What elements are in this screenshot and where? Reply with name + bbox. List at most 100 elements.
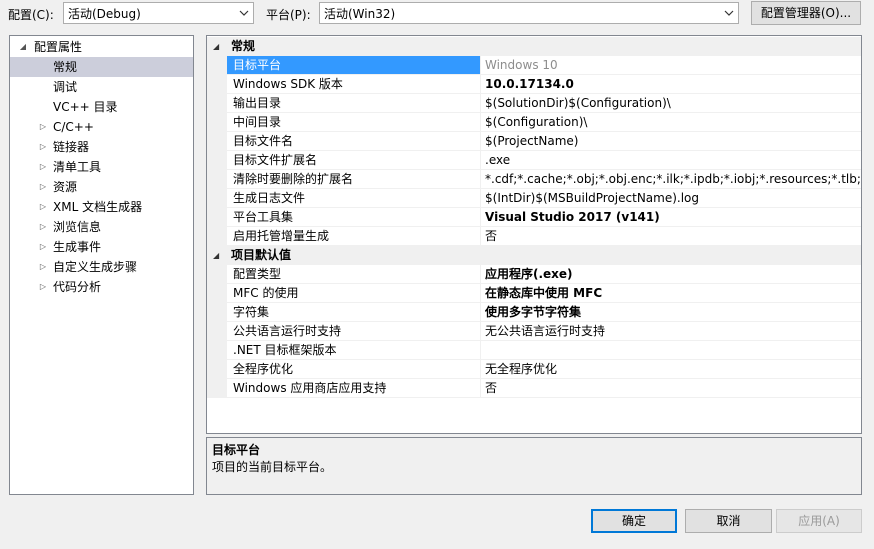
collapsed-arrow-icon[interactable]: ▷ bbox=[38, 197, 48, 217]
property-value[interactable]: $(SolutionDir)$(Configuration)\ bbox=[481, 94, 861, 113]
tree-item[interactable]: ▷ 生成事件 bbox=[10, 237, 193, 257]
property-value[interactable]: 否 bbox=[481, 379, 861, 398]
description-panel: 目标平台 项目的当前目标平台。 bbox=[206, 437, 862, 495]
property-row[interactable]: Windows 应用商店应用支持否 bbox=[207, 379, 861, 398]
collapsed-arrow-icon[interactable]: ▷ bbox=[38, 157, 48, 177]
tree-item[interactable]: ▷ 浏览信息 bbox=[10, 217, 193, 237]
tree-item[interactable]: ▷ 链接器 bbox=[10, 137, 193, 157]
property-name[interactable]: 目标平台 bbox=[227, 56, 481, 75]
property-row[interactable]: 清除时要删除的扩展名 *.cdf;*.cache;*.obj;*.obj.enc;… bbox=[207, 170, 861, 189]
tree-item[interactable]: 常规 bbox=[10, 57, 193, 77]
property-value[interactable]: 无公共语言运行时支持 bbox=[481, 322, 861, 341]
property-row[interactable]: 目标文件扩展名 .exe bbox=[207, 151, 861, 170]
apply-button[interactable]: 应用(A) bbox=[776, 509, 862, 533]
property-name[interactable]: 生成日志文件 bbox=[227, 189, 481, 208]
tree-item-label: XML 文档生成器 bbox=[53, 200, 143, 214]
ok-button[interactable]: 确定 bbox=[591, 509, 677, 533]
property-value[interactable]: $(IntDir)$(MSBuildProjectName).log bbox=[481, 189, 861, 208]
config-label: 配置(C): bbox=[8, 8, 54, 22]
tree-item-label: 资源 bbox=[53, 180, 78, 194]
property-row[interactable]: MFC 的使用 在静态库中使用 MFC bbox=[207, 284, 861, 303]
tree-item[interactable]: ▷ XML 文档生成器 bbox=[10, 197, 193, 217]
property-value[interactable]: 无全程序优化 bbox=[481, 360, 861, 379]
tree-item-label: 配置属性 bbox=[34, 40, 83, 54]
collapsed-arrow-icon[interactable]: ▷ bbox=[38, 217, 48, 237]
tree-item[interactable]: ▷ 资源 bbox=[10, 177, 193, 197]
property-row[interactable]: 字符集 使用多字节字符集 bbox=[207, 303, 861, 322]
row-gutter bbox=[207, 322, 227, 341]
row-gutter bbox=[207, 170, 227, 189]
tree-item[interactable]: VC++ 目录 bbox=[10, 97, 193, 117]
expanded-arrow-icon[interactable]: ◢ bbox=[213, 37, 219, 56]
category-header[interactable]: ◢ 常规 bbox=[207, 37, 861, 56]
property-row[interactable]: 生成日志文件 $(IntDir)$(MSBuildProjectName).log bbox=[207, 189, 861, 208]
property-row[interactable]: .NET 目标框架版本 bbox=[207, 341, 861, 360]
property-row[interactable]: 目标文件名 $(ProjectName) bbox=[207, 132, 861, 151]
tree-item-label: 代码分析 bbox=[53, 280, 102, 294]
tree-item[interactable]: 调试 bbox=[10, 77, 193, 97]
property-value[interactable]: .exe bbox=[481, 151, 861, 170]
property-name[interactable]: .NET 目标框架版本 bbox=[227, 341, 481, 360]
property-row[interactable]: 配置类型 应用程序(.exe) bbox=[207, 265, 861, 284]
property-value[interactable] bbox=[481, 341, 861, 360]
property-name[interactable]: MFC 的使用 bbox=[227, 284, 481, 303]
row-gutter bbox=[207, 284, 227, 303]
property-row[interactable]: 输出目录 $(SolutionDir)$(Configuration)\ bbox=[207, 94, 861, 113]
property-name[interactable]: Windows 应用商店应用支持 bbox=[227, 379, 481, 398]
collapsed-arrow-icon[interactable]: ▷ bbox=[38, 177, 48, 197]
property-value[interactable]: 否 bbox=[481, 227, 861, 246]
expanded-arrow-icon[interactable]: ◢ bbox=[18, 37, 28, 57]
row-gutter bbox=[207, 227, 227, 246]
property-tree: ◢ 配置属性 常规 调试 VC++ 目录 ▷ C/C++ ▷ 链接器 ▷ 清单工具 ▷ 资源 ▷ XML 文… bbox=[9, 35, 194, 495]
category-title: 常规 bbox=[231, 39, 256, 53]
property-value[interactable]: *.cdf;*.cache;*.obj;*.obj.enc;*.ilk;*.ip… bbox=[481, 170, 861, 189]
tree-item[interactable]: ▷ 清单工具 bbox=[10, 157, 193, 177]
property-value[interactable]: Visual Studio 2017 (v141) bbox=[481, 208, 861, 227]
property-name[interactable]: 清除时要删除的扩展名 bbox=[227, 170, 481, 189]
property-name[interactable]: 输出目录 bbox=[227, 94, 481, 113]
property-value[interactable]: 10.0.17134.0 bbox=[481, 75, 861, 94]
property-row[interactable]: Windows SDK 版本 10.0.17134.0 bbox=[207, 75, 861, 94]
property-value[interactable]: $(Configuration)\ bbox=[481, 113, 861, 132]
property-value[interactable]: 在静态库中使用 MFC bbox=[481, 284, 861, 303]
property-row[interactable]: 平台工具集 Visual Studio 2017 (v141) bbox=[207, 208, 861, 227]
collapsed-arrow-icon[interactable]: ▷ bbox=[38, 137, 48, 157]
property-row[interactable]: 目标平台 Windows 10 bbox=[207, 56, 861, 75]
property-value[interactable]: 应用程序(.exe) bbox=[481, 265, 861, 284]
collapsed-arrow-icon[interactable]: ▷ bbox=[38, 117, 48, 137]
tree-item[interactable]: ▷ 自定义生成步骤 bbox=[10, 257, 193, 277]
property-row[interactable]: 全程序优化 无全程序优化 bbox=[207, 360, 861, 379]
property-value[interactable]: Windows 10 bbox=[481, 56, 861, 75]
property-row[interactable]: 公共语言运行时支持 无公共语言运行时支持 bbox=[207, 322, 861, 341]
tree-item[interactable]: ▷ 代码分析 bbox=[10, 277, 193, 297]
config-manager-button[interactable]: 配置管理器(O)... bbox=[751, 1, 861, 25]
row-gutter bbox=[207, 265, 227, 284]
collapsed-arrow-icon[interactable]: ▷ bbox=[38, 257, 48, 277]
collapsed-arrow-icon[interactable]: ▷ bbox=[38, 277, 48, 297]
row-gutter bbox=[207, 360, 227, 379]
category-header[interactable]: ◢ 项目默认值 bbox=[207, 246, 861, 265]
property-name[interactable]: 目标文件扩展名 bbox=[227, 151, 481, 170]
property-name[interactable]: 公共语言运行时支持 bbox=[227, 322, 481, 341]
property-name[interactable]: 中间目录 bbox=[227, 113, 481, 132]
property-row[interactable]: 中间目录 $(Configuration)\ bbox=[207, 113, 861, 132]
property-name[interactable]: 全程序优化 bbox=[227, 360, 481, 379]
property-name[interactable]: Windows SDK 版本 bbox=[227, 75, 481, 94]
property-name[interactable]: 目标文件名 bbox=[227, 132, 481, 151]
cancel-button[interactable]: 取消 bbox=[685, 509, 772, 533]
property-name[interactable]: 平台工具集 bbox=[227, 208, 481, 227]
property-name[interactable]: 启用托管增量生成 bbox=[227, 227, 481, 246]
property-name[interactable]: 字符集 bbox=[227, 303, 481, 322]
collapsed-arrow-icon[interactable]: ▷ bbox=[38, 237, 48, 257]
description-title: 目标平台 bbox=[212, 443, 261, 457]
tree-item[interactable]: ▷ C/C++ bbox=[10, 117, 193, 137]
property-row[interactable]: 启用托管增量生成否 bbox=[207, 227, 861, 246]
property-name[interactable]: 配置类型 bbox=[227, 265, 481, 284]
platform-dropdown[interactable]: 活动(Win32) bbox=[319, 2, 739, 24]
property-value[interactable]: 使用多字节字符集 bbox=[481, 303, 861, 322]
expanded-arrow-icon[interactable]: ◢ bbox=[213, 246, 219, 265]
config-dropdown[interactable]: 活动(Debug) bbox=[63, 2, 254, 24]
tree-item[interactable]: ◢ 配置属性 bbox=[10, 37, 193, 57]
platform-dropdown-value: 活动(Win32) bbox=[324, 7, 396, 21]
property-value[interactable]: $(ProjectName) bbox=[481, 132, 861, 151]
